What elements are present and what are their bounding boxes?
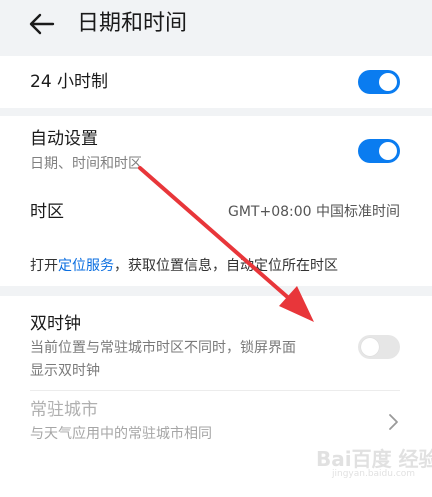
hint-suffix: ，获取位置信息，自动定位所在时区 [114, 258, 338, 274]
setting-label-timezone: 时区 [30, 202, 64, 222]
baidu-watermark-logo: Bai百度 经验 jingyan.baidu.com [302, 443, 432, 483]
toggle-knob [379, 142, 397, 160]
timezone-value: GMT+08:00 中国标准时间 [227, 204, 400, 220]
toggle-knob [379, 73, 397, 91]
setting-sublabel-auto: 日期、时间和时区 [30, 156, 142, 172]
location-service-link[interactable]: 定位服务 [58, 258, 114, 274]
card-auto-settings: 自动设置 日期、时间和时区 时区 GMT+08:00 中国标准时间 打开定位服务… [0, 116, 432, 286]
page-title: 日期和时间 [77, 11, 188, 36]
setting-row-dual-clock[interactable]: 双时钟 当前位置与常驻城市时区不同时，锁屏界面 显示双时钟 [0, 296, 432, 390]
hint-prefix: 打开 [30, 258, 58, 274]
app-header: 日期和时间 [0, 0, 432, 56]
location-service-hint: 打开定位服务，获取位置信息，自动定位所在时区 [30, 255, 338, 277]
setting-row-timezone[interactable]: 时区 GMT+08:00 中国标准时间 [0, 190, 432, 234]
toggle-24-hour[interactable] [358, 70, 400, 94]
setting-row-auto[interactable]: 自动设置 日期、时间和时区 [0, 116, 432, 182]
arrow-left-icon[interactable] [28, 10, 56, 38]
setting-sublabel-dual-clock-line2: 显示双时钟 [30, 363, 100, 379]
setting-sublabel-dual-clock-line1: 当前位置与常驻城市时区不同时，锁屏界面 [30, 340, 296, 356]
toggle-auto-setting[interactable] [358, 139, 400, 163]
setting-label-24-hour: 24 小时制 [30, 72, 109, 92]
toggle-knob [361, 338, 379, 356]
setting-label-dual-clock: 双时钟 [30, 314, 81, 334]
setting-row-24-hour[interactable]: 24 小时制 [0, 56, 432, 108]
watermark-sub: jingyan.baidu.com [332, 469, 416, 479]
chevron-right-icon [389, 414, 398, 430]
setting-label-home-city: 常驻城市 [30, 400, 98, 420]
setting-sublabel-home-city: 与天气应用中的常驻城市相同 [30, 426, 212, 442]
toggle-dual-clock[interactable] [358, 335, 400, 359]
watermark-text: Bai百度 经验 [316, 447, 432, 471]
setting-label-auto: 自动设置 [30, 129, 98, 149]
card-hour-format: 24 小时制 [0, 56, 432, 108]
